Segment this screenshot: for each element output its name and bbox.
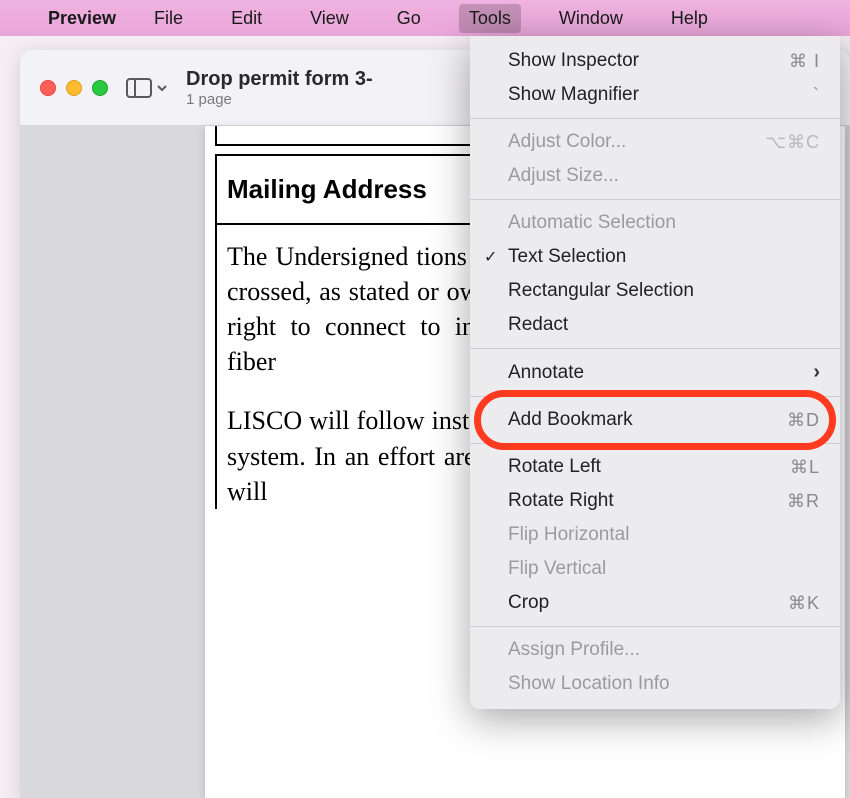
menu-item-flip-vertical: Flip Vertical xyxy=(470,552,840,586)
menu-item-adjust-size: Adjust Size... xyxy=(470,159,840,193)
menu-item-rotate-left[interactable]: Rotate Left ⌘L xyxy=(470,450,840,484)
menu-item-annotate[interactable]: Annotate › xyxy=(470,355,840,390)
menu-edit[interactable]: Edit xyxy=(221,4,272,33)
menu-separator xyxy=(470,118,840,119)
document-subtitle: 1 page xyxy=(186,91,373,108)
menu-item-text-selection[interactable]: ✓ Text Selection xyxy=(470,240,840,274)
menu-shortcut: ⌘R xyxy=(787,491,820,512)
tools-menu: Show Inspector ⌘ I Show Magnifier ` Adju… xyxy=(470,36,840,709)
menu-separator xyxy=(470,396,840,397)
chevron-right-icon: › xyxy=(813,361,820,384)
menu-label: Adjust Color... xyxy=(508,131,626,153)
menu-label: Assign Profile... xyxy=(508,639,640,661)
menu-shortcut: ⌥⌘C xyxy=(765,132,820,153)
minimize-button[interactable] xyxy=(66,80,82,96)
menu-item-redact[interactable]: Redact xyxy=(470,308,840,342)
menu-item-rectangular-selection[interactable]: Rectangular Selection xyxy=(470,274,840,308)
menu-label: Rotate Right xyxy=(508,490,614,512)
menu-label: Rectangular Selection xyxy=(508,280,694,302)
menu-item-crop[interactable]: Crop ⌘K xyxy=(470,586,840,620)
menu-label: Show Location Info xyxy=(508,673,670,695)
menu-file[interactable]: File xyxy=(144,4,193,33)
traffic-lights xyxy=(40,80,108,96)
app-name[interactable]: Preview xyxy=(48,8,116,29)
menu-item-show-location-info: Show Location Info xyxy=(470,667,840,701)
menu-separator xyxy=(470,199,840,200)
menu-label: Crop xyxy=(508,592,549,614)
chevron-down-icon xyxy=(156,82,168,94)
menu-label: Text Selection xyxy=(508,246,626,268)
menu-label: Add Bookmark xyxy=(508,409,633,431)
menu-label: Flip Vertical xyxy=(508,558,606,580)
menu-label: Show Magnifier xyxy=(508,84,639,106)
menu-shortcut: ⌘L xyxy=(790,457,820,478)
menu-label: Redact xyxy=(508,314,568,336)
menu-view[interactable]: View xyxy=(300,4,359,33)
mailing-address-label: Mailing Address xyxy=(227,174,427,204)
menu-label: Flip Horizontal xyxy=(508,524,629,546)
menu-item-show-magnifier[interactable]: Show Magnifier ` xyxy=(470,78,840,112)
menu-shortcut: ⌘ I xyxy=(789,51,820,72)
document-title: Drop permit form 3- xyxy=(186,68,373,91)
menu-item-add-bookmark[interactable]: Add Bookmark ⌘D xyxy=(470,403,840,437)
menu-separator xyxy=(470,626,840,627)
menu-label: Annotate xyxy=(508,362,584,384)
sidebar-icon xyxy=(126,78,152,98)
menu-label: Adjust Size... xyxy=(508,165,619,187)
menu-shortcut: ⌘D xyxy=(787,410,820,431)
menu-tools[interactable]: Tools xyxy=(459,4,521,33)
menu-help[interactable]: Help xyxy=(661,4,718,33)
menu-separator xyxy=(470,443,840,444)
menu-item-assign-profile: Assign Profile... xyxy=(470,633,840,667)
menu-item-flip-horizontal: Flip Horizontal xyxy=(470,518,840,552)
menu-label: Rotate Left xyxy=(508,456,601,478)
menu-item-show-inspector[interactable]: Show Inspector ⌘ I xyxy=(470,44,840,78)
menu-item-adjust-color: Adjust Color... ⌥⌘C xyxy=(470,125,840,159)
menu-window[interactable]: Window xyxy=(549,4,633,33)
menu-go[interactable]: Go xyxy=(387,4,431,33)
menu-shortcut: ` xyxy=(813,85,820,106)
menu-label: Automatic Selection xyxy=(508,212,676,234)
title-section: Drop permit form 3- 1 page xyxy=(186,68,373,108)
menubar: Preview File Edit View Go Tools Window H… xyxy=(0,0,850,36)
zoom-button[interactable] xyxy=(92,80,108,96)
sidebar-toggle[interactable] xyxy=(126,78,168,98)
menu-item-automatic-selection: Automatic Selection xyxy=(470,206,840,240)
menu-separator xyxy=(470,348,840,349)
menu-label: Show Inspector xyxy=(508,50,639,72)
menu-shortcut: ⌘K xyxy=(788,593,820,614)
check-icon: ✓ xyxy=(484,247,497,267)
close-button[interactable] xyxy=(40,80,56,96)
menu-item-rotate-right[interactable]: Rotate Right ⌘R xyxy=(470,484,840,518)
